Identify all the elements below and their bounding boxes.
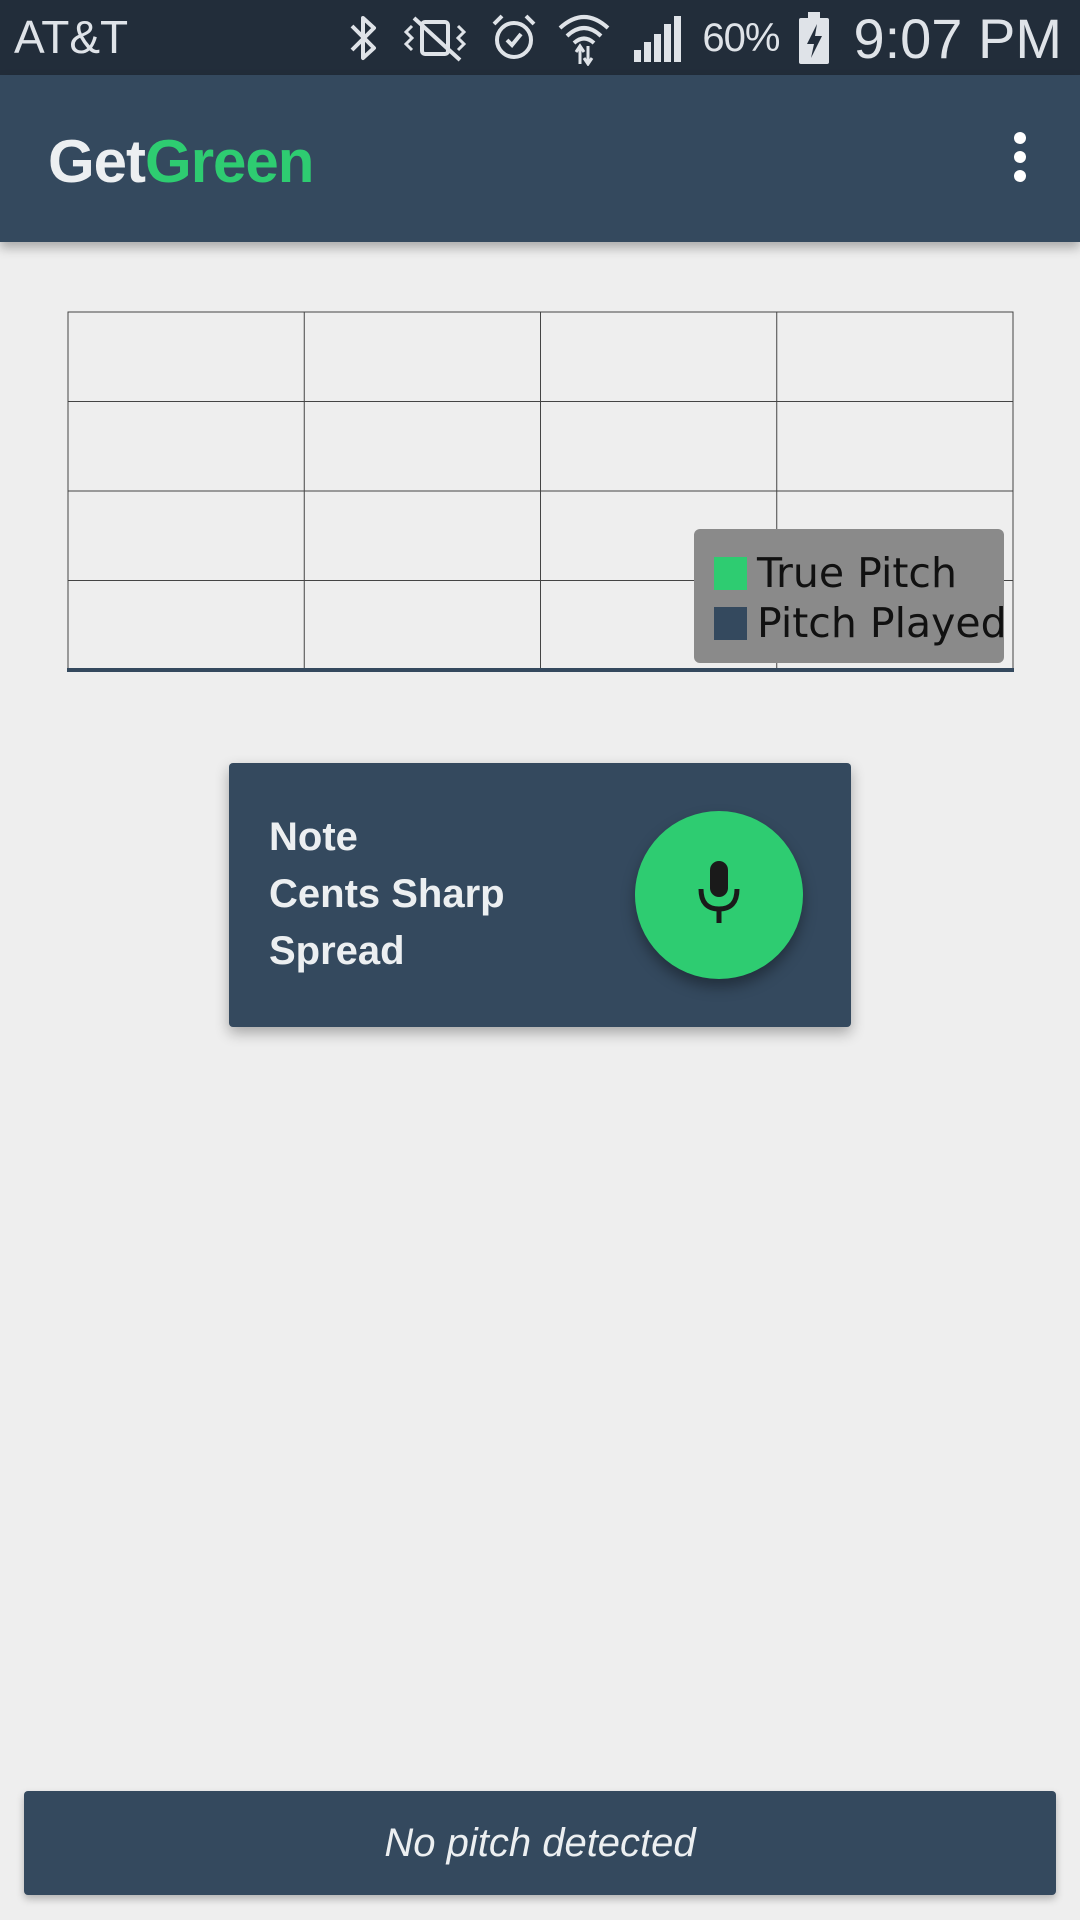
battery-charging-icon xyxy=(797,10,831,66)
pitch-status-bar: No pitch detected xyxy=(24,1791,1056,1895)
vibrate-mute-icon xyxy=(400,12,472,64)
bluetooth-icon xyxy=(346,12,382,64)
legend-swatch-pitch-played xyxy=(714,606,747,640)
status-icons: 60% 9:07 PM xyxy=(346,6,1062,70)
pitch-status-text: No pitch detected xyxy=(384,1820,696,1865)
cents-sharp-label: Cents Sharp xyxy=(269,872,505,916)
note-label: Note xyxy=(269,815,358,859)
clock: 9:07 PM xyxy=(853,6,1062,70)
legend-item-true-pitch: True Pitch xyxy=(714,549,957,597)
cell-signal-icon xyxy=(630,12,684,64)
overflow-menu-icon[interactable] xyxy=(988,125,1052,189)
app-title: GetGreen xyxy=(48,127,314,196)
legend-swatch-true-pitch xyxy=(714,556,747,590)
spread-label: Spread xyxy=(269,929,405,973)
app-bar: GetGreen xyxy=(0,75,1080,242)
microphone-button[interactable] xyxy=(635,811,803,979)
legend-item-pitch-played: Pitch Played xyxy=(714,599,1007,647)
wifi-icon xyxy=(556,10,612,66)
microphone-icon xyxy=(693,859,745,932)
legend-label-true-pitch: True Pitch xyxy=(757,549,957,597)
status-bar: AT&T 60% 9:07 PM xyxy=(0,0,1080,75)
battery-percent: 60% xyxy=(702,15,780,60)
pitch-info-card: Note Cents Sharp Spread xyxy=(229,763,851,1027)
pitch-info-lines: Note Cents Sharp Spread xyxy=(269,809,505,980)
alarm-icon xyxy=(490,12,538,64)
legend-label-pitch-played: Pitch Played xyxy=(757,599,1007,647)
chart-legend: True Pitch Pitch Played xyxy=(694,529,1007,663)
app-title-get: Get xyxy=(48,128,146,195)
app-title-green: Green xyxy=(145,128,314,195)
carrier-label: AT&T xyxy=(14,11,129,63)
